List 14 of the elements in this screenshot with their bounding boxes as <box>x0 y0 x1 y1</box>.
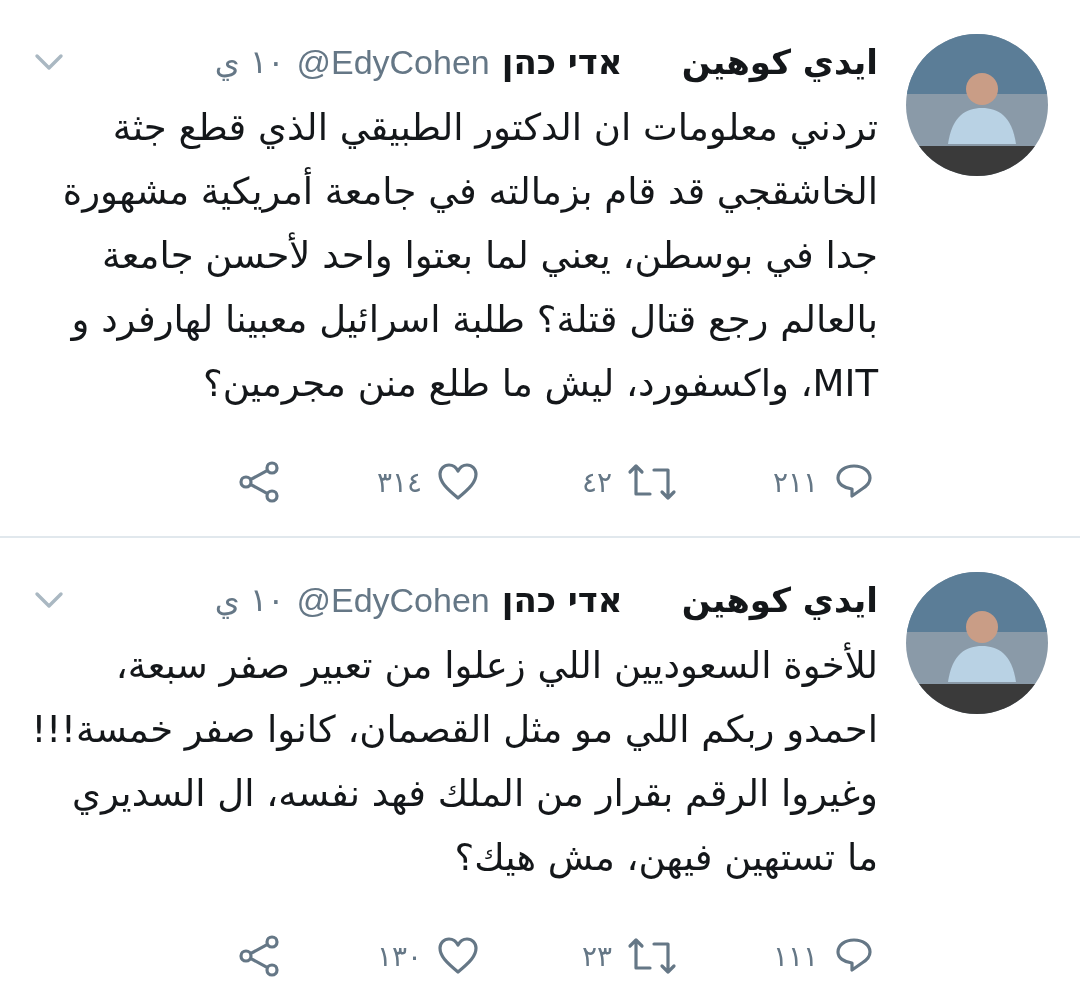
like-count: ٣١٤ <box>376 465 422 499</box>
timestamp: ١٠ ي <box>214 43 285 81</box>
like-count: ١٣٠ <box>376 939 422 973</box>
reply-count: ٢١١ <box>772 465 818 499</box>
username: @EdyCohen <box>296 42 490 82</box>
display-name: ايدي كوهين אדי כהן <box>501 580 878 620</box>
tweet-text: للأخوة السعوديين اللي زعلوا من تعبير صفر سبعة، احمدو ربكم اللي مو مثل القصمان، كانوا صفر خمسة!!! وغيروا الرقم بقرار من الملك فهد نفسه، ال السديري ما تستهين فيهن، مش هيك؟ <box>30 641 878 881</box>
retweet-count: ٤٢ <box>581 465 612 499</box>
retweet-count: ٢٣ <box>581 939 612 973</box>
reply-count: ١١١ <box>772 939 818 973</box>
timestamp: ١٠ ي <box>214 581 285 619</box>
username: @EdyCohen <box>296 580 490 620</box>
tweet-text: تردني معلومات ان الدكتور الطبيقي الذي قطع جثة الخاشقجي قد قام بزمالته في جامعة أمريكية مشهورة جدا في بوسطن، يعني لما بعتوا واحد لأحسن جامعة بالعالم رجع قتال قتلة؟ طلبة اسرائيل معبينا لهارفرد و MIT، واكسفورد، ليش ما طلع منن مجرمين؟ <box>61 105 878 407</box>
display-name: ايدي كوهين אדי כהן <box>501 42 878 82</box>
